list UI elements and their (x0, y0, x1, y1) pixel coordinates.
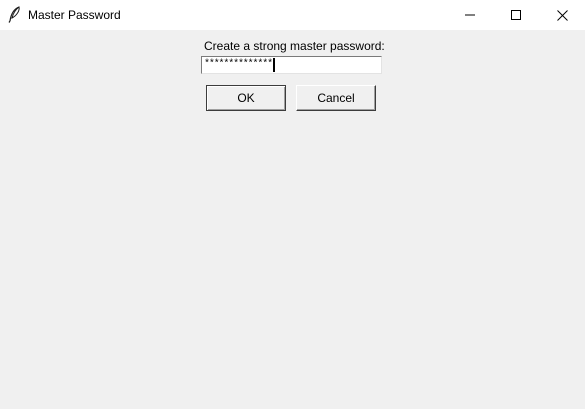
password-masked-value: ************** (204, 59, 273, 70)
minimize-button[interactable] (447, 0, 493, 30)
password-prompt-label: Create a strong master password: (204, 39, 385, 53)
window-title: Master Password (28, 8, 121, 22)
maximize-button[interactable] (493, 0, 539, 30)
feather-icon (8, 6, 22, 23)
title-bar[interactable]: Master Password (0, 0, 585, 30)
maximize-icon (511, 10, 521, 20)
close-button[interactable] (539, 0, 585, 30)
text-cursor (273, 58, 275, 72)
dialog-body (0, 30, 585, 409)
password-input[interactable]: ************** (201, 56, 382, 74)
close-icon (556, 9, 568, 21)
ok-button[interactable]: OK (206, 85, 286, 111)
minimize-icon (465, 14, 475, 16)
cancel-button[interactable]: Cancel (296, 85, 376, 111)
